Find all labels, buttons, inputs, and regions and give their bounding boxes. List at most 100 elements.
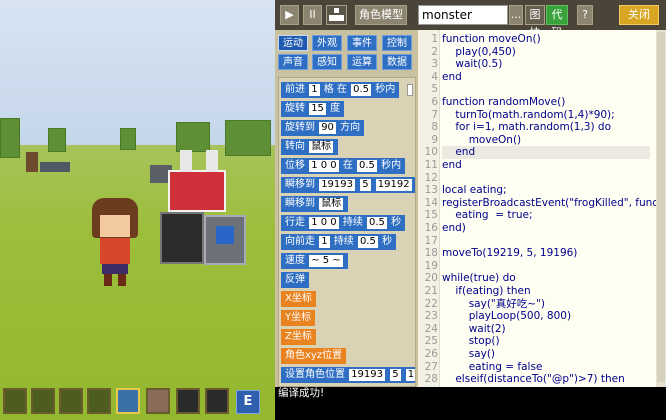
layout-button[interactable]	[326, 5, 347, 25]
block-input[interactable]: 5	[390, 369, 401, 381]
block-input[interactable]: 19193	[349, 369, 385, 381]
block-y-position[interactable]: Y坐标	[281, 310, 316, 326]
category-tab-motion[interactable]: 运动	[278, 35, 308, 51]
code-line[interactable]: for i=1, math.random(1,3) do	[442, 121, 611, 134]
hotbar-slot[interactable]	[31, 388, 55, 414]
block-input[interactable]: 90	[319, 122, 336, 134]
block-xyz-position[interactable]: 角色xyz位置	[281, 348, 347, 364]
pause-button[interactable]: II	[303, 5, 322, 25]
category-tab-sound[interactable]: 声音	[278, 54, 308, 70]
code-line[interactable]: function moveOn()	[442, 33, 541, 46]
small-cart	[40, 162, 70, 172]
code-scrollbar-thumb[interactable]	[657, 32, 665, 382]
help-button[interactable]: ?	[577, 5, 593, 25]
block-move-forward[interactable]: 前进 1 格 在 0.5 秒内	[281, 82, 400, 98]
sprite-name-input[interactable]: monster	[418, 5, 508, 25]
block-speed[interactable]: 速度 ~ 5 ~	[281, 253, 348, 269]
code-line[interactable]: play(0,450)	[442, 46, 516, 59]
grass-ground	[0, 145, 275, 420]
code-line[interactable]: function randomMove()	[442, 96, 565, 109]
block-teleport-to-mouse[interactable]: 瞬移到 鼠标	[281, 196, 349, 212]
code-line[interactable]: if(eating) then	[442, 285, 530, 298]
code-mode-tab[interactable]: 代码	[546, 5, 568, 39]
code-line[interactable]: moveOn()	[442, 134, 521, 147]
code-scrollbar[interactable]	[656, 30, 666, 387]
code-line[interactable]: local eating;	[442, 184, 507, 197]
hotbar-slot[interactable]	[146, 388, 170, 414]
category-tab-data[interactable]: 数据	[382, 54, 412, 70]
block-input[interactable]: 15	[309, 103, 326, 115]
block-input[interactable]: 1 0 0	[309, 160, 339, 172]
code-line[interactable]: say()	[442, 348, 495, 361]
block-bounce[interactable]: 反弹	[281, 272, 309, 288]
block-turn[interactable]: 旋转 15 度	[281, 101, 345, 117]
block-input[interactable]: 鼠标	[319, 198, 344, 210]
category-tab-sensing[interactable]: 感知	[312, 54, 342, 70]
code-line[interactable]: end	[442, 71, 462, 84]
category-tab-operators[interactable]: 运算	[347, 54, 377, 70]
block-displace[interactable]: 位移 1 0 0 在 0.5 秒内	[281, 158, 406, 174]
block-input[interactable]: 0.5	[367, 217, 387, 229]
hotbar-slot[interactable]	[205, 388, 229, 414]
blocks-mode-tab[interactable]: 图块	[525, 5, 545, 39]
hotbar-slot-selected[interactable]	[116, 388, 140, 414]
block-input[interactable]: 19192	[405, 369, 415, 381]
block-input[interactable]: ~ 5 ~	[309, 255, 343, 267]
block-input[interactable]: 19192	[375, 179, 412, 191]
code-line[interactable]: eating = false	[442, 361, 543, 374]
code-line[interactable]: end)	[442, 222, 466, 235]
block-input[interactable]: 1	[319, 236, 330, 248]
code-line[interactable]: end	[442, 146, 650, 159]
player-leg	[118, 274, 126, 286]
code-line[interactable]: playLoop(500, 800)	[442, 310, 571, 323]
hotbar-slot[interactable]	[87, 388, 111, 414]
block-set-position[interactable]: 设置角色位置 19193 5 19192	[281, 367, 415, 383]
role-model-button[interactable]: 角色模型	[355, 5, 407, 25]
code-line[interactable]: end	[442, 159, 462, 172]
more-button[interactable]: ...	[509, 5, 523, 25]
category-tab-control[interactable]: 控制	[382, 35, 412, 51]
code-line[interactable]: elseif(distanceTo("@p")>7) then	[442, 373, 624, 386]
code-line[interactable]: registerBroadcastEvent("frogKilled", fun…	[442, 197, 666, 210]
block-face-toward[interactable]: 转向 鼠标	[281, 139, 339, 155]
code-line[interactable]: moveTo(19219, 5, 19196)	[442, 247, 577, 260]
compile-status-message: 编译成功!	[278, 387, 325, 399]
block-z-position[interactable]: Z坐标	[281, 329, 316, 345]
code-line[interactable]: while(true) do	[442, 272, 516, 285]
block-walk[interactable]: 行走 1 0 0 持续 0.5 秒	[281, 215, 406, 231]
block-input[interactable]: 0.5	[351, 84, 372, 96]
code-line[interactable]: stop()	[442, 335, 500, 348]
code-text-area[interactable]: 1 2 3 4 5 6 7 8 9 10 11 12 13 14 15 16 17 18 19 20 21 22 23 24 2…	[418, 30, 666, 387]
code-line[interactable]: wait(2)	[442, 323, 506, 336]
code-line[interactable]: wait(0.5)	[442, 58, 502, 71]
block-input[interactable]: 19193	[319, 179, 355, 191]
block-text: Z坐标	[285, 331, 312, 342]
block-input[interactable]: 0.5	[357, 236, 378, 248]
block-text: 秒	[391, 217, 402, 228]
block-text: 瞬移到	[285, 198, 315, 209]
game-viewport[interactable]: E	[0, 0, 275, 420]
code-line[interactable]: turnTo(math.random(1,4)*90);	[442, 109, 614, 122]
block-walk-forward[interactable]: 向前走 1 持续 0.5 秒	[281, 234, 397, 250]
hotbar-slot[interactable]	[59, 388, 83, 414]
close-button[interactable]: 关闭	[619, 5, 659, 25]
block-teleport-to[interactable]: 瞬移到 19193 5 19192	[281, 177, 415, 193]
line-number: 10	[424, 146, 438, 159]
category-tab-events[interactable]: 事件	[347, 35, 377, 51]
hotbar-slot[interactable]	[3, 388, 27, 414]
code-line[interactable]: say("真好吃~")	[442, 298, 545, 311]
block-input[interactable]: 1 0 0	[309, 217, 339, 229]
block-input[interactable]: 鼠标	[309, 141, 334, 153]
block-input[interactable]: 0.5	[357, 160, 377, 172]
inventory-key-button[interactable]: E	[236, 390, 260, 414]
block-x-position[interactable]: X坐标	[281, 291, 316, 307]
code-line[interactable]: eating = true;	[442, 209, 532, 222]
block-turn-to[interactable]: 旋转到 90 方向	[281, 120, 365, 136]
palette-scroll-handle[interactable]	[407, 84, 413, 96]
hotbar-slot[interactable]	[176, 388, 200, 414]
block-input[interactable]: 1	[309, 84, 320, 96]
block-input[interactable]: 5	[360, 179, 371, 191]
category-tab-looks[interactable]: 外观	[312, 35, 342, 51]
play-button[interactable]: ▶	[280, 5, 299, 25]
player-shirt	[100, 238, 130, 264]
